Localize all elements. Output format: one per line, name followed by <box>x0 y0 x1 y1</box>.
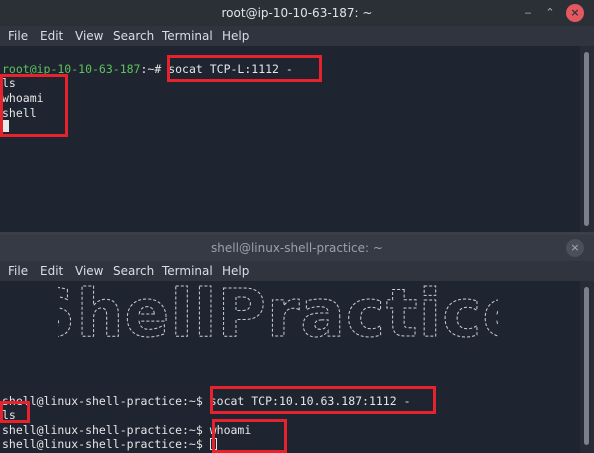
banner-text: ShellPractice <box>58 275 498 352</box>
menu-edit[interactable]: Edit <box>40 29 63 43</box>
highlight-box-listener-command <box>167 55 322 82</box>
highlight-box-connect-command <box>210 386 436 414</box>
menu-file[interactable]: File <box>8 264 28 278</box>
menu-help[interactable]: Help <box>222 29 249 43</box>
close-icon[interactable]: × <box>566 239 584 257</box>
shellpractice-ascii-banner: ShellPractice <box>58 275 498 353</box>
scrollbar-thumb[interactable] <box>584 287 589 445</box>
top-window-title: root@ip-10-10-63-187: ~ <box>221 6 373 20</box>
scrollbar-thumb[interactable] <box>584 52 589 226</box>
menu-view[interactable]: View <box>75 29 103 43</box>
highlight-box-received-output <box>0 74 68 137</box>
highlight-box-ls-output <box>0 401 30 423</box>
menu-search[interactable]: Search <box>113 29 154 43</box>
top-scrollbar[interactable] <box>580 46 594 232</box>
menu-file[interactable]: File <box>8 29 28 43</box>
top-titlebar[interactable]: root@ip-10-10-63-187: ~ ‒ ⌃ × <box>0 0 594 27</box>
bottom-scrollbar[interactable] <box>580 281 594 453</box>
maximize-icon[interactable]: ⌃ <box>541 4 559 22</box>
top-menubar: File Edit View Search Terminal Help <box>0 26 594 46</box>
top-terminal-window: root@ip-10-10-63-187: ~ ‒ ⌃ × File Edit … <box>0 0 594 232</box>
minimize-icon[interactable]: ‒ <box>519 4 537 22</box>
close-icon[interactable]: × <box>566 4 584 22</box>
menu-terminal[interactable]: Terminal <box>162 29 213 43</box>
prompt-path: :~# <box>140 62 162 76</box>
highlight-box-whoami-input <box>212 419 287 453</box>
